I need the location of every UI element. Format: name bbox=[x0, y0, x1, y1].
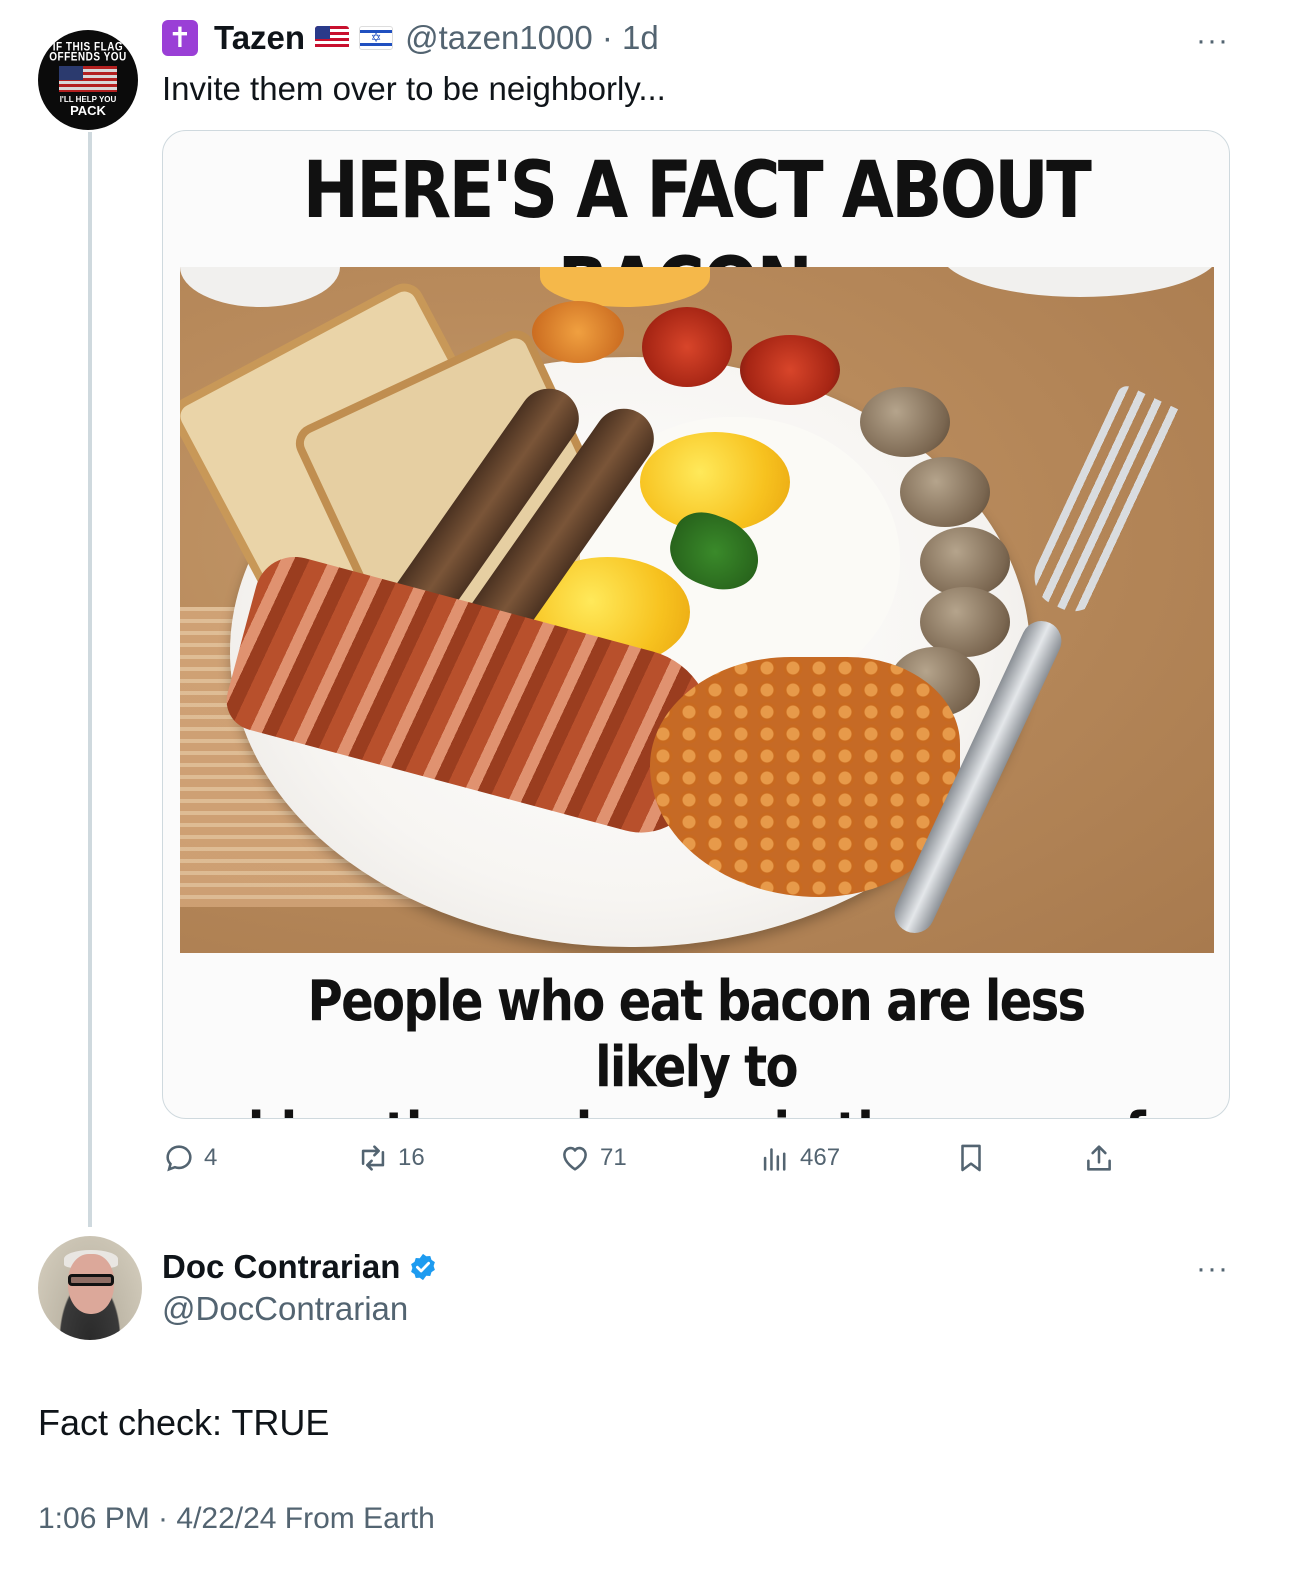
mushroom-graphic bbox=[860, 387, 950, 457]
reply-icon bbox=[166, 1145, 192, 1172]
more-options-icon[interactable]: ··· bbox=[1196, 1252, 1229, 1286]
avatar-text-line4: PACK bbox=[70, 102, 106, 118]
tweet-actions-bar: 4 16 71 467 bbox=[162, 1138, 1122, 1178]
tomato-graphic bbox=[532, 301, 624, 363]
like-count: 71 bbox=[600, 1144, 627, 1171]
israel-flag-icon bbox=[359, 26, 394, 50]
repost-icon bbox=[361, 1145, 385, 1171]
author-name[interactable]: Tazen bbox=[214, 19, 305, 57]
avatar-text-line2: OFFENDS YOU bbox=[49, 50, 127, 64]
mushroom-graphic bbox=[900, 457, 990, 527]
views-chart-icon bbox=[763, 1148, 786, 1171]
bookmark-icon bbox=[961, 1144, 981, 1172]
reply-handle[interactable]: @DocContrarian bbox=[162, 1290, 408, 1328]
doc-contrarian-avatar[interactable] bbox=[38, 1236, 142, 1340]
side-plate-graphic bbox=[940, 267, 1214, 297]
breakfast-photo bbox=[180, 267, 1214, 953]
side-plate-graphic bbox=[180, 267, 340, 307]
repost-button[interactable]: 16 bbox=[356, 1138, 425, 1178]
thread-connector-line bbox=[88, 132, 92, 1227]
verified-badge-icon bbox=[411, 1253, 436, 1281]
bookmark-button[interactable] bbox=[954, 1138, 996, 1178]
heart-icon bbox=[563, 1146, 587, 1171]
tweet-media-image[interactable]: HERE'S A FACT ABOUT BACON: People who ea… bbox=[162, 130, 1230, 1119]
views-count: 467 bbox=[800, 1144, 841, 1171]
reply-button[interactable]: 4 bbox=[162, 1138, 217, 1178]
more-options-icon[interactable]: ··· bbox=[1196, 24, 1229, 58]
tweet-header: ✝ Tazen @tazen1000 · 1d bbox=[162, 18, 659, 58]
tomato-graphic bbox=[642, 307, 732, 387]
tazen-avatar[interactable]: IF THIS FLAG OFFENDS YOU I'LL HELP YOU P… bbox=[38, 30, 138, 130]
meme-caption: People who eat bacon are less likely to … bbox=[238, 969, 1155, 1118]
latin-cross-icon: ✝ bbox=[162, 20, 198, 56]
meme-caption-line2: blow themselves up in the name of allah. bbox=[238, 1101, 1155, 1118]
us-flag-graphic bbox=[59, 65, 117, 92]
avatar-glasses-graphic bbox=[68, 1274, 114, 1286]
fork-graphic bbox=[1024, 382, 1186, 622]
reply-author[interactable]: Doc Contrarian bbox=[162, 1248, 438, 1286]
tomato-graphic bbox=[740, 335, 840, 405]
reply-text: Fact check: TRUE bbox=[38, 1402, 330, 1443]
reply-timestamp[interactable]: 1:06 PM · 4/22/24 From Earth bbox=[38, 1502, 435, 1536]
views-button[interactable]: 467 bbox=[758, 1138, 840, 1178]
reply-author-name[interactable]: Doc Contrarian bbox=[162, 1248, 400, 1286]
like-button[interactable]: 71 bbox=[558, 1138, 627, 1178]
us-flag-icon bbox=[315, 26, 350, 50]
meme-caption-line1: People who eat bacon are less likely to bbox=[307, 969, 1086, 1100]
share-icon bbox=[1087, 1145, 1111, 1171]
reply-count: 4 bbox=[204, 1144, 218, 1171]
tweet-text: Invite them over to be neighborly... bbox=[162, 70, 666, 107]
share-button[interactable] bbox=[1082, 1138, 1124, 1178]
repost-count: 16 bbox=[398, 1144, 425, 1171]
author-handle-time[interactable]: @tazen1000 · 1d bbox=[405, 19, 659, 57]
